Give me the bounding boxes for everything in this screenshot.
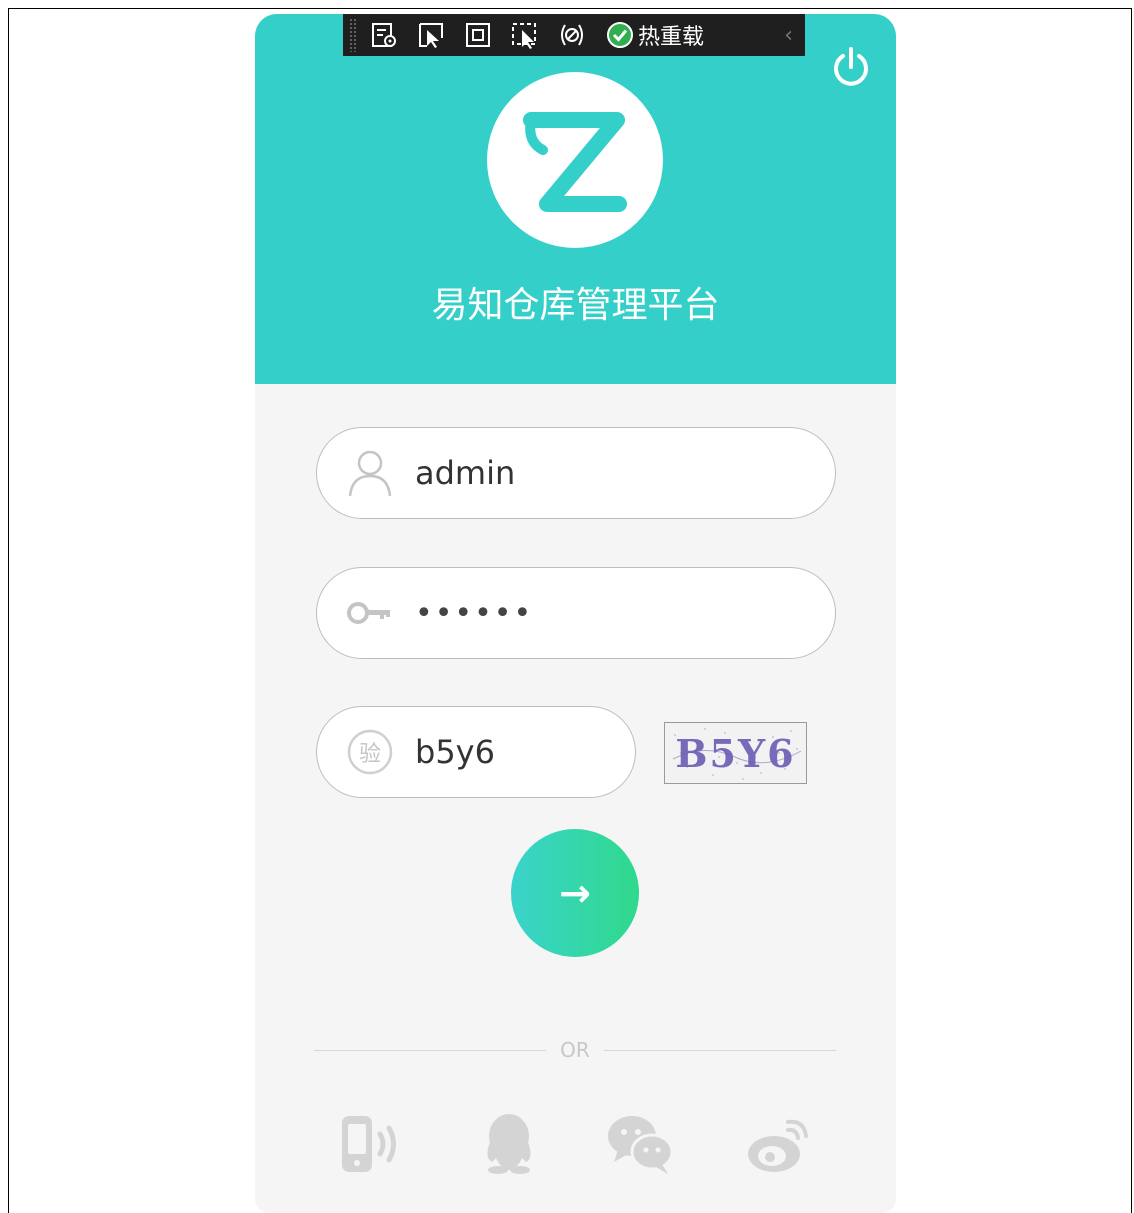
divider-line-right bbox=[604, 1050, 836, 1051]
captcha-badge-label: 验 bbox=[358, 742, 381, 767]
binding-failures-icon[interactable] bbox=[557, 19, 587, 51]
live-visual-tree-icon[interactable] bbox=[369, 19, 399, 51]
username-field[interactable]: admin bbox=[316, 427, 836, 519]
display-layout-adorners-icon[interactable] bbox=[463, 19, 493, 51]
captcha-image[interactable]: B5Y6 bbox=[664, 722, 807, 784]
key-icon bbox=[345, 588, 395, 638]
captcha-input[interactable]: b5y6 bbox=[415, 733, 495, 771]
phone-login-icon[interactable] bbox=[336, 1112, 406, 1176]
debug-toolbar: 热重载 ‹ bbox=[343, 14, 805, 56]
captcha-badge-icon: 验 bbox=[345, 727, 395, 777]
track-focused-element-icon[interactable] bbox=[510, 19, 540, 51]
hot-reload-label: 热重载 bbox=[638, 25, 705, 50]
login-submit-button[interactable]: → bbox=[511, 829, 639, 957]
password-input[interactable]: •••••• bbox=[415, 596, 533, 631]
or-divider: OR bbox=[314, 1038, 836, 1062]
password-field[interactable]: •••••• bbox=[316, 567, 836, 659]
qq-icon[interactable] bbox=[474, 1112, 544, 1176]
app-title: 易知仓库管理平台 bbox=[431, 285, 720, 326]
toolbar-grip[interactable] bbox=[349, 18, 357, 52]
username-input[interactable]: admin bbox=[415, 454, 515, 492]
collapse-toolbar-chevron-icon[interactable]: ‹ bbox=[784, 23, 793, 48]
captcha-field[interactable]: 验 b5y6 bbox=[316, 706, 636, 798]
select-element-icon[interactable] bbox=[416, 19, 446, 51]
header-banner: 热重载 ‹ 易知仓库管理平台 bbox=[255, 14, 896, 384]
user-icon bbox=[345, 448, 395, 498]
app-logo bbox=[487, 72, 663, 248]
weibo-icon[interactable] bbox=[744, 1112, 814, 1176]
login-card: 热重载 ‹ 易知仓库管理平台 admin •••••• 验 b5y6 B5Y6 … bbox=[255, 14, 896, 1213]
captcha-image-text: B5Y6 bbox=[675, 731, 796, 776]
power-icon[interactable] bbox=[828, 44, 874, 90]
hot-reload-status[interactable]: 热重载 bbox=[606, 19, 704, 51]
wechat-icon[interactable] bbox=[606, 1112, 676, 1176]
check-circle-icon bbox=[607, 22, 633, 48]
